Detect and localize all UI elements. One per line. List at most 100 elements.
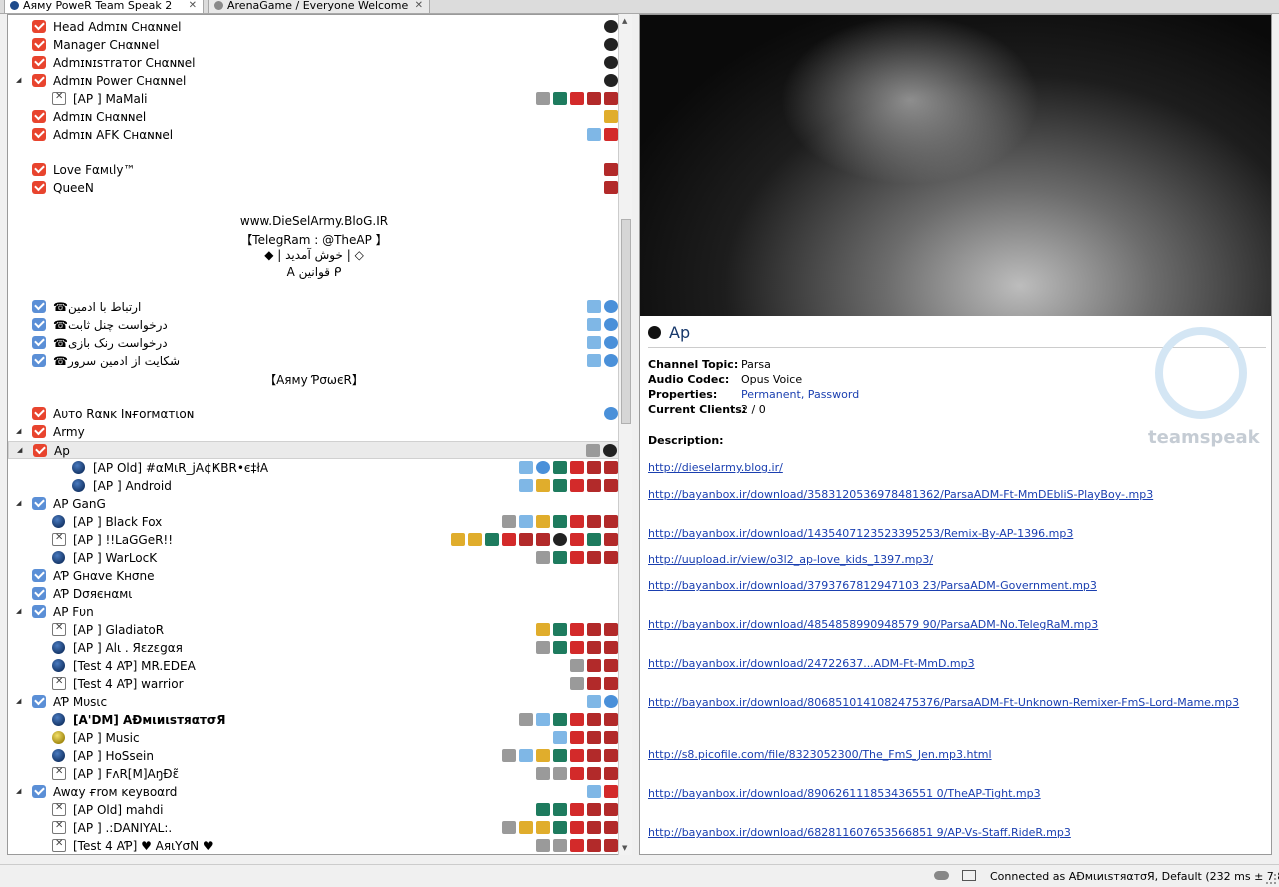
group-badge-icon (519, 515, 533, 528)
channel-icon (32, 38, 46, 51)
description-link[interactable]: http://bayanbox.ir/download/143540712352… (648, 527, 1073, 540)
channel-row[interactable]: Admɪɴɪѕтraтor Cнαɴɴel (8, 54, 620, 72)
badge-group (536, 767, 618, 781)
description-link[interactable]: http://bayanbox.ir/download/682811607653… (648, 826, 1071, 839)
client-row[interactable]: [AP ] Alι . Яεzεgαя (8, 639, 620, 657)
description-link[interactable]: http://bayanbox.ir/download/485485899094… (648, 618, 1098, 631)
close-icon[interactable]: ✕ (189, 0, 197, 11)
cloud-icon[interactable] (934, 871, 949, 880)
scroll-down-icon[interactable]: ▼ (622, 844, 627, 852)
description-link[interactable]: http://uupload.ir/view/o3l2_ap-love_kids… (648, 553, 933, 566)
client-row[interactable]: [Test 4 AƤ] MR.EDEA (8, 657, 620, 675)
client-row[interactable]: [AP ] GladiatoR (8, 621, 620, 639)
mail-icon[interactable] (962, 870, 976, 881)
client-row[interactable]: [A'DM] AĐмιиιѕтяαтσЯ (8, 711, 620, 729)
client-row[interactable]: [AP ] Black Fox (8, 513, 620, 531)
tab-arenagame[interactable]: ArenaGame / Everyone Welcome ✕ (208, 0, 430, 14)
client-name: [AP ] WarLocK (73, 551, 158, 565)
channel-row[interactable]: Admɪɴ Cнαɴɴel (8, 108, 620, 126)
tab-army-power[interactable]: Aямy PoweR Team Speak 2 ✕ (4, 0, 204, 14)
group-badge-icon (553, 551, 567, 564)
channel-row[interactable]: ◢ Admɪɴ Power Cнαɴɴel (8, 72, 620, 90)
channel-row[interactable]: Aυтo Rαɴĸ Iɴғorмαтιoɴ (8, 405, 620, 423)
description-link[interactable]: http://bayanbox.ir/download/806851014108… (648, 696, 1239, 709)
channel-row[interactable]: Love Fαмιly™ (8, 161, 620, 179)
client-name: [Test 4 AƤ] ♥ AяιYσN ♥ (73, 839, 214, 853)
group-badge-icon (519, 713, 533, 726)
group-badge-icon (553, 713, 567, 726)
channel-tree[interactable]: Head Admɪɴ Cнαɴɴel Manager Cнαɴɴel Admɪɴɪѕ… (7, 14, 632, 855)
client-row[interactable]: [AP Old] #αMιR_jA¢ҜBR•є‡łA (8, 459, 620, 477)
group-badge-icon (570, 479, 584, 492)
channel-banner-image (640, 15, 1271, 316)
description-link[interactable]: http://bayanbox.ir/download/379376781294… (648, 579, 1097, 592)
tree-scrollbar[interactable]: ▲ ▼ (618, 14, 632, 855)
description-link[interactable]: http://bayanbox.ir/download/890626111853… (648, 787, 1041, 800)
channel-row[interactable]: Head Admɪɴ Cнαɴɴel (8, 18, 620, 36)
group-badge-icon (502, 515, 516, 528)
description-link[interactable]: http://bayanbox.ir/download/24722637...A… (648, 657, 975, 670)
channel-row[interactable]: QueeN (8, 179, 620, 197)
channel-name: ☎درخواست رنک بازی (53, 336, 168, 350)
client-status-icon (52, 515, 65, 528)
channel-row[interactable]: ☎ارتباط با ادمین (8, 298, 620, 316)
expand-toggle-icon[interactable]: ◢ (16, 76, 24, 84)
channel-row[interactable]: AƤ Dσяєнαмι (8, 585, 620, 603)
client-row[interactable]: [AP ] MaMali (8, 90, 620, 108)
expand-toggle-icon[interactable]: ◢ (16, 697, 24, 705)
muted-speaker-icon (52, 622, 66, 636)
client-row[interactable]: [AP ] !!LaGGeR!! (8, 531, 620, 549)
group-badge-icon (587, 731, 601, 744)
channel-row[interactable]: ☎شکایت از ادمین سرور (8, 352, 620, 370)
expand-toggle-icon[interactable]: ◢ (16, 427, 24, 435)
group-badge-icon (536, 713, 550, 726)
client-row[interactable]: [Test 4 AƤ] warrior (8, 675, 620, 693)
group-badge-icon (587, 695, 601, 708)
channel-row[interactable]: Admɪɴ AFK Cнαɴɴel (8, 126, 620, 144)
client-row[interactable]: [AP ] WarLocK (8, 549, 620, 567)
badge-group (502, 515, 618, 529)
expand-toggle-icon[interactable]: ◢ (16, 607, 24, 615)
client-row[interactable]: [AP ] Music (8, 729, 620, 747)
channel-row[interactable]: AƤ Gнαve Kнσne (8, 567, 620, 585)
expand-toggle-icon[interactable]: ◢ (16, 499, 24, 507)
client-status-icon (72, 479, 85, 492)
channel-icon (32, 110, 46, 123)
group-badge-icon (587, 785, 601, 798)
client-row[interactable]: [AP ] .:DANIYAL:. (8, 819, 620, 837)
channel-row[interactable]: Manager Cнαɴɴel (8, 36, 620, 54)
connection-status: Connected as AĐмιиιѕтяαтσЯ, Default (232… (990, 870, 1279, 883)
channel-property: Audio Codec: Opus Voice (648, 373, 803, 386)
client-row[interactable]: [AP ] HoSsein (8, 747, 620, 765)
channel-name: Admɪɴ AFK Cнαɴɴel (53, 128, 174, 142)
description-link[interactable]: http://dieselarmy.blog.ir/ (648, 461, 783, 474)
group-badge-icon (604, 641, 618, 654)
channel-row[interactable]: ☎درخواست چنل ثابت (8, 316, 620, 334)
channel-icon (648, 326, 661, 339)
scroll-thumb[interactable] (621, 219, 631, 424)
description-link[interactable]: http://s8.picofile.com/file/8323052300/T… (648, 748, 992, 761)
description-link[interactable]: http://bayanbox.ir/download/358312053697… (648, 488, 1153, 501)
channel-row[interactable]: ◢ AƤ Mυѕιc (8, 693, 620, 711)
channel-row[interactable]: ◢ AP GanG (8, 495, 620, 513)
resize-grip-icon[interactable] (1266, 874, 1276, 884)
expand-toggle-icon[interactable]: ◢ (16, 787, 24, 795)
channel-row[interactable]: ◢ Ap (8, 441, 620, 459)
close-icon[interactable]: ✕ (415, 0, 423, 11)
group-badge-icon (604, 38, 618, 51)
channel-row[interactable]: ◢ Army (8, 423, 620, 441)
scroll-up-icon[interactable]: ▲ (622, 17, 627, 25)
client-row[interactable]: [Test 4 AƤ] ♥ AяιYσN ♥ (8, 837, 620, 854)
badge-group (587, 695, 618, 709)
server-banner-text: 【TelegRam : @TheAP 】 (240, 233, 388, 247)
group-badge-icon (604, 623, 618, 636)
client-row[interactable]: [AP Old] mahdi (8, 801, 620, 819)
teamspeak-logo: teamspeak (1148, 327, 1260, 477)
channel-row[interactable]: ◢ Awαy ғroм ĸeyвoαrd (8, 783, 620, 801)
client-row[interactable]: [AP ] FʌR[M]AŋĐɛ̃ (8, 765, 620, 783)
channel-row[interactable]: ◢ AP Fυn (8, 603, 620, 621)
expand-toggle-icon[interactable]: ◢ (17, 446, 25, 454)
group-badge-icon (570, 515, 584, 528)
client-row[interactable]: [AP ] Android (8, 477, 620, 495)
channel-row[interactable]: ☎درخواست رنک بازی (8, 334, 620, 352)
